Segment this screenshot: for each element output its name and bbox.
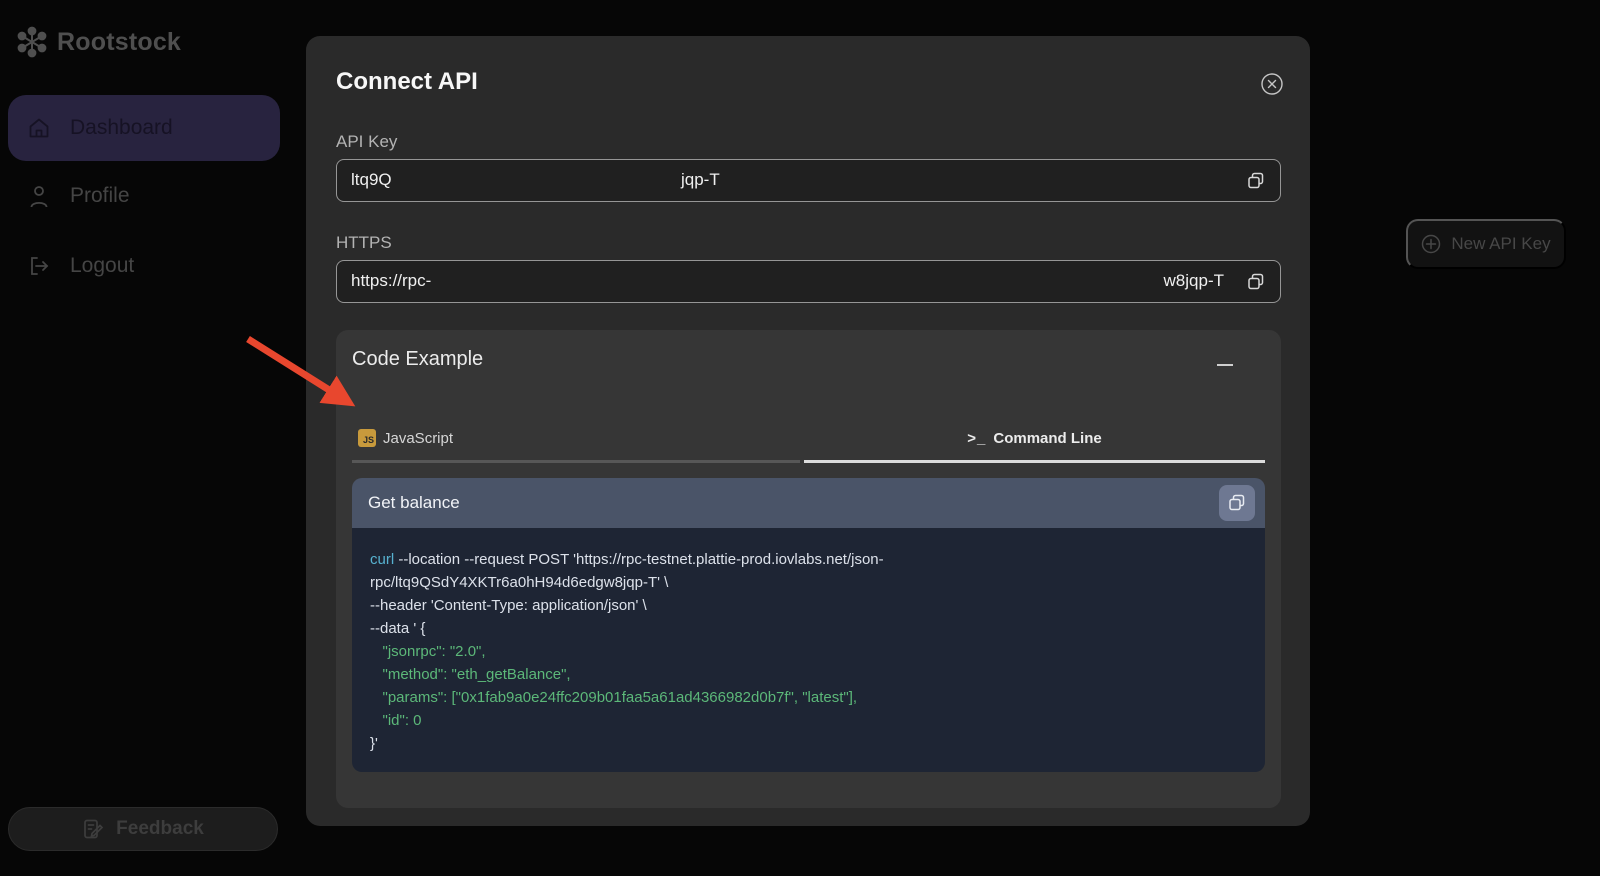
code-lines: curl --location --request POST 'https://… (352, 528, 1265, 772)
minus-icon (1217, 364, 1233, 367)
tab-label: JavaScript (383, 430, 453, 447)
javascript-icon: JS (358, 429, 376, 447)
https-value-end: w8jqp-T (1164, 271, 1224, 291)
snippet-header: Get balance (352, 478, 1265, 528)
modal-title: Connect API (336, 68, 478, 96)
code-line: "id": 0 (370, 709, 1241, 732)
copy-code-button[interactable] (1219, 485, 1255, 521)
copy-icon (1246, 171, 1270, 191)
terminal-icon: >_ (967, 430, 986, 447)
copy-https-button[interactable] (1246, 270, 1270, 294)
new-api-key-label: New API Key (1451, 234, 1550, 254)
sidebar-item-logout[interactable]: Logout (8, 240, 280, 292)
rootstock-logo-icon (16, 26, 48, 58)
api-key-value-end: jqp-T (681, 170, 720, 190)
code-line: }' (370, 732, 1241, 755)
feedback-icon (82, 818, 104, 840)
snippet-title: Get balance (368, 493, 460, 513)
code-example-card: Code Example JS JavaScript >_ Command Li… (336, 330, 1281, 808)
sidebar-item-profile[interactable]: Profile (8, 170, 280, 222)
feedback-label: Feedback (116, 818, 204, 840)
https-url-input[interactable]: https://rpc- w8jqp-T (336, 260, 1281, 303)
sidebar-item-dashboard[interactable]: Dashboard (8, 95, 280, 161)
api-key-value-start: ltq9Q (351, 170, 392, 190)
sidebar-item-label: Logout (70, 254, 134, 278)
logout-icon (26, 255, 52, 277)
code-line: "jsonrpc": "2.0", (370, 640, 1241, 663)
code-line: --header 'Content-Type: application/json… (370, 594, 1241, 617)
app-screen: Rootstock Dashboard Profile (0, 0, 1600, 876)
api-key-label: API Key (336, 132, 397, 152)
circle-x-icon (1260, 72, 1284, 96)
https-label: HTTPS (336, 233, 392, 253)
close-button[interactable] (1260, 72, 1284, 96)
plus-circle-icon (1421, 234, 1441, 254)
code-line: "params": ["0x1fab9a0e24ffc209b01faa5a61… (370, 686, 1241, 709)
tab-javascript[interactable]: JS JavaScript (358, 418, 453, 458)
api-key-input[interactable]: ltq9Q jqp-T (336, 159, 1281, 202)
tab-label: Command Line (993, 430, 1101, 447)
user-icon (26, 184, 52, 208)
code-line: rpc/ltq9QSdY4XKTr6a0hH94d6edgw8jqp-T' \ (370, 571, 1241, 594)
code-example-title: Code Example (352, 348, 483, 371)
home-icon (26, 116, 52, 140)
copy-icon (1227, 493, 1247, 513)
https-value-start: https://rpc- (351, 271, 431, 291)
connect-api-modal: Connect API API Key ltq9Q jqp-T (306, 36, 1310, 826)
sidebar-item-label: Profile (70, 184, 130, 208)
code-line: curl --location --request POST 'https://… (370, 548, 1241, 571)
code-line: "method": "eth_getBalance", (370, 663, 1241, 686)
tab-underline-active (804, 460, 1265, 463)
brand: Rootstock (16, 26, 181, 58)
new-api-key-button[interactable]: New API Key (1406, 219, 1566, 269)
sidebar-item-label: Dashboard (70, 116, 173, 140)
tab-command-line[interactable]: >_ Command Line (804, 418, 1265, 458)
sidebar: Rootstock Dashboard Profile (0, 0, 292, 876)
feedback-button[interactable]: Feedback (8, 807, 278, 851)
brand-name: Rootstock (57, 28, 181, 57)
collapse-button[interactable] (1217, 358, 1237, 372)
code-line: --data ' { (370, 617, 1241, 640)
copy-api-key-button[interactable] (1246, 169, 1270, 193)
copy-icon (1246, 272, 1270, 292)
tab-underline-inactive (352, 460, 800, 463)
